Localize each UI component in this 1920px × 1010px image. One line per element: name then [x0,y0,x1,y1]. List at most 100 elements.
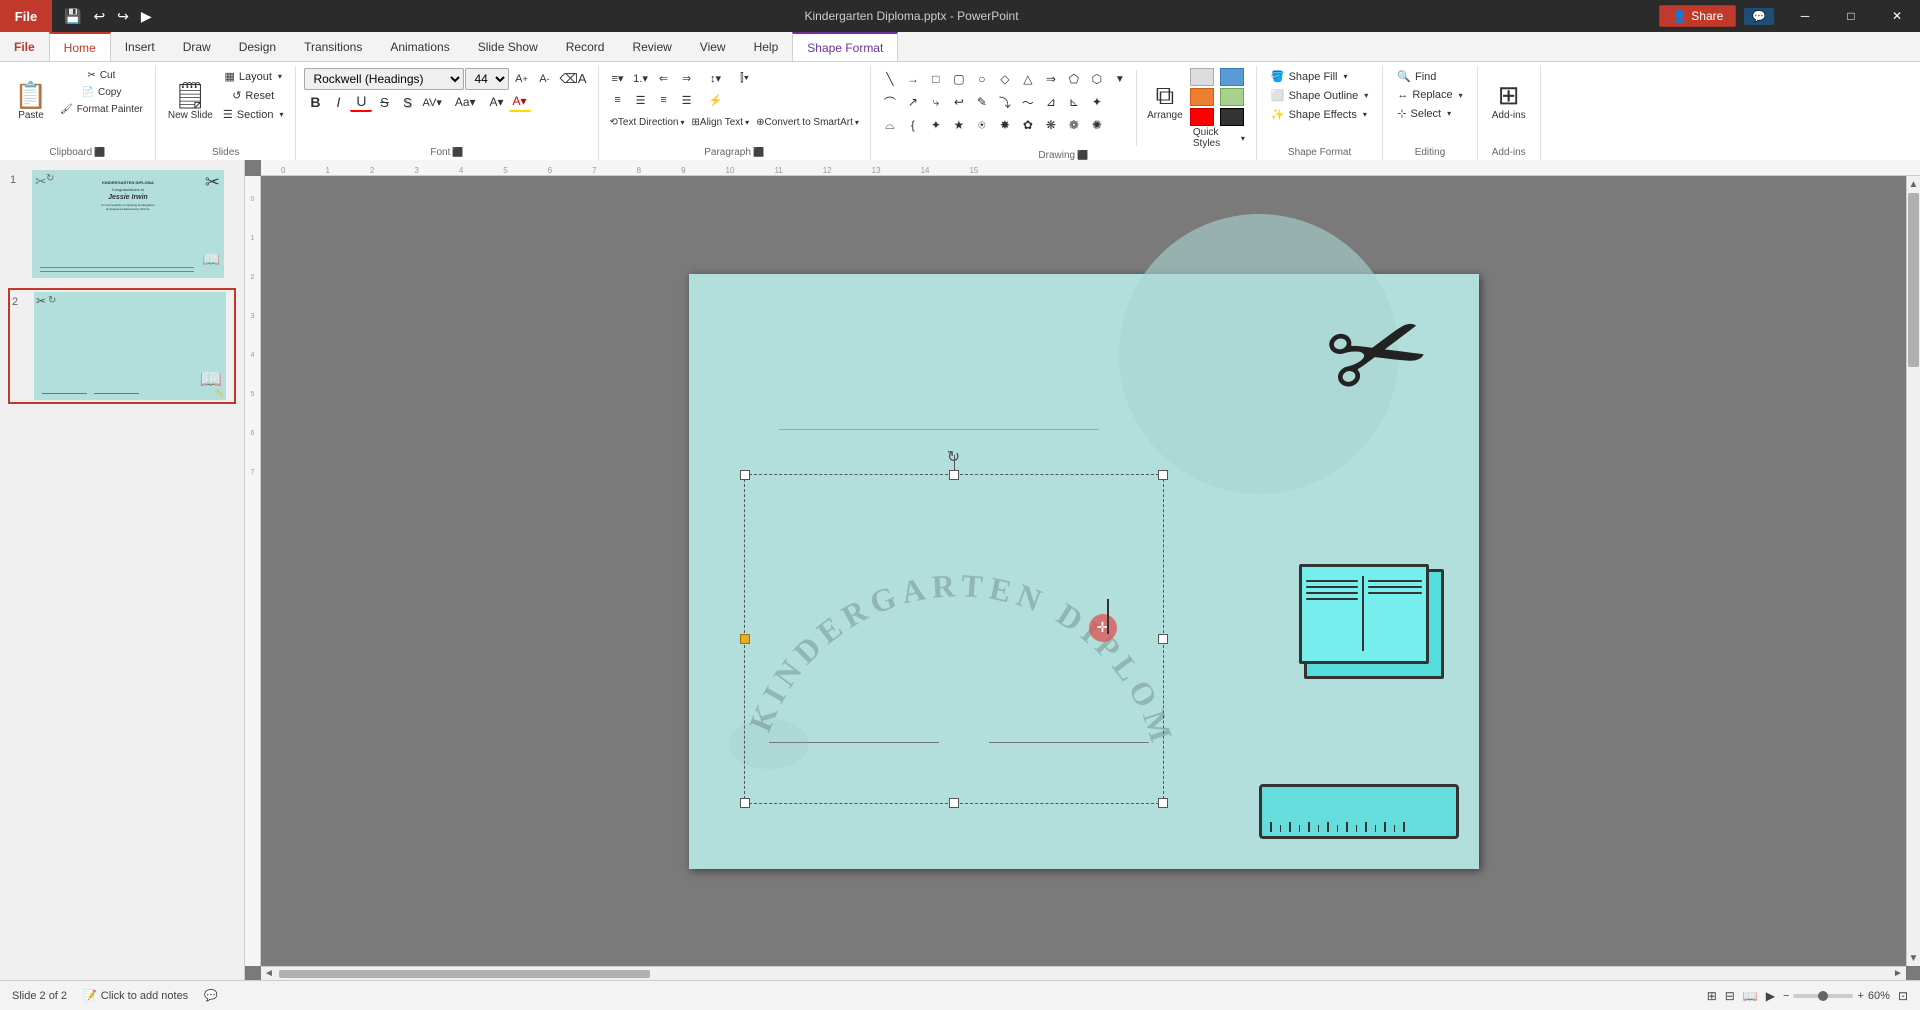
shape-conn-arrow[interactable]: ↗ [902,91,924,113]
handle-tl[interactable] [740,470,750,480]
present-btn[interactable]: ▶ [137,6,156,27]
text-direction-button[interactable]: ⟲ Text Direction ▾ [607,112,688,132]
minimize-btn[interactable]: ─ [1782,0,1828,32]
redo-btn[interactable]: ↪ [113,6,133,27]
tab-review[interactable]: Review [618,32,685,61]
shape-rect[interactable]: □ [925,68,947,90]
slide-1-thumb[interactable]: KINDERGARTEN DIPLOMA Congratulations to … [32,170,224,278]
numbering-button[interactable]: 1.▾ [630,68,652,88]
align-left-button[interactable]: ≡ [607,90,629,110]
scroll-thumb-h[interactable] [279,970,650,978]
tab-insert[interactable]: Insert [111,32,169,61]
format-painter-button[interactable]: 🖌 Format Painter [56,102,147,117]
clear-format-button[interactable]: ⌫A [556,69,589,89]
shape-outline-button[interactable]: ⬜ Shape Outline ▾ [1265,87,1374,104]
underline-button[interactable]: U [350,92,372,112]
shape-star5[interactable]: ★ [948,114,970,136]
shape-brace[interactable]: { [902,114,924,136]
font-expand-icon[interactable]: ⬛ [452,147,463,158]
tab-design[interactable]: Design [225,32,290,61]
share-button[interactable]: 👤 Share [1659,5,1736,27]
paste-button[interactable]: 📋 Paste [8,68,54,134]
shape-more[interactable]: ▼ [1109,68,1131,90]
italic-button[interactable]: I [327,92,349,112]
bullets-button[interactable]: ≡▾ [607,68,629,88]
decrease-font-button[interactable]: A- [533,69,555,89]
zoom-out-btn[interactable]: − [1783,990,1789,1002]
shape-arc[interactable]: ⌓ [879,114,901,136]
rotate-handle[interactable]: ↻ [947,447,960,467]
bold-button[interactable]: B [304,92,326,112]
shape-wave[interactable]: 〜 [1017,91,1039,113]
char-spacing-button[interactable]: AV▾ [419,92,444,112]
quick-style-1[interactable] [1190,68,1214,86]
slide-sorter-btn[interactable]: ⊟ [1725,989,1735,1003]
shape-custom2[interactable]: ⊾ [1063,91,1085,113]
maximize-btn[interactable]: □ [1828,0,1874,32]
scrollbar-vertical[interactable]: ▲ ▼ [1906,176,1920,966]
shape-conn3[interactable]: ↩ [948,91,970,113]
tab-view[interactable]: View [686,32,740,61]
quick-style-2[interactable] [1220,68,1244,86]
change-case-button[interactable]: Aa▾ [452,92,479,112]
cursor-indicator[interactable]: ✛ [1089,614,1117,642]
quick-styles-button[interactable]: Quick Styles ▾ [1190,128,1248,148]
quick-style-6[interactable] [1220,108,1244,126]
shape-custom9[interactable]: ✺ [1086,114,1108,136]
shape-line[interactable]: ╲ [879,68,901,90]
reading-view-btn[interactable]: 📖 [1743,989,1758,1003]
find-button[interactable]: 🔍 Find [1391,68,1442,85]
tab-record[interactable]: Record [552,32,619,61]
font-size-selector[interactable]: 44 [465,68,509,90]
scroll-left-btn[interactable]: ◄ [261,968,277,979]
increase-indent-button[interactable]: ⇒ [676,68,698,88]
smart-designer-button[interactable]: ⚡ [705,90,727,110]
handle-bc[interactable] [949,798,959,808]
convert-smartart-button[interactable]: ⊕ Convert to SmartArt ▾ [753,112,862,132]
shape-star4[interactable]: ✦ [925,114,947,136]
arrange-button[interactable]: ⧉ Arrange [1142,68,1188,134]
cut-button[interactable]: ✂ Cut [56,68,147,83]
shadow-button[interactable]: S [396,92,418,112]
tab-draw[interactable]: Draw [169,32,225,61]
close-btn[interactable]: ✕ [1874,0,1920,32]
shape-custom5[interactable]: ✸ [994,114,1016,136]
shape-triangle[interactable]: △ [1017,68,1039,90]
handle-br[interactable] [1158,798,1168,808]
shape-custom4[interactable]: ⍟ [971,114,993,136]
align-text-button[interactable]: ⊞ Align Text ▾ [689,112,753,132]
handle-tc[interactable] [949,470,959,480]
handle-bl[interactable] [740,798,750,808]
slide-2-thumb[interactable]: ✂ ↻ 📖 📏 [34,292,226,400]
handle-tr[interactable] [1158,470,1168,480]
shape-conn4[interactable]: ⤵ [994,91,1016,113]
layout-button[interactable]: ▦ Layout ▾ [219,68,288,85]
addins-button[interactable]: ⊞ Add-ins [1486,68,1532,134]
shape-custom8[interactable]: ❁ [1063,114,1085,136]
shape-fill-button[interactable]: 🪣 Shape Fill ▾ [1265,68,1354,85]
scroll-down-btn[interactable]: ▼ [1907,950,1920,966]
fit-slide-btn[interactable]: ⊡ [1898,989,1908,1003]
quick-style-5[interactable] [1190,108,1214,126]
align-center-button[interactable]: ☰ [630,90,652,110]
section-button[interactable]: ☰ Section ▾ [219,106,288,123]
clipboard-expand-icon[interactable]: ⬛ [94,147,105,158]
shape-rounded-rect[interactable]: ▢ [948,68,970,90]
new-slide-button[interactable]: 🗒 New Slide [164,68,217,134]
shape-custom6[interactable]: ✿ [1017,114,1039,136]
scroll-right-btn[interactable]: ► [1890,968,1906,979]
scrollbar-horizontal[interactable]: ◄ ► [261,966,1906,980]
font-color-button[interactable]: A▾ [509,92,531,112]
slideshow-btn[interactable]: ▶ [1766,989,1775,1003]
shape-custom1[interactable]: ⊿ [1040,91,1062,113]
zoom-in-btn[interactable]: + [1857,990,1863,1002]
font-family-selector[interactable]: Rockwell (Headings) [304,68,464,90]
tab-animations[interactable]: Animations [376,32,463,61]
shape-effects-button[interactable]: ✨ Shape Effects ▾ [1265,106,1373,123]
shape-conn2[interactable]: ⤷ [925,91,947,113]
align-right-button[interactable]: ≡ [653,90,675,110]
shape-curve[interactable]: ⌒ [879,91,901,113]
font-color-highlight-button[interactable]: A▾ [486,92,508,112]
decrease-indent-button[interactable]: ⇐ [653,68,675,88]
slide-canvas[interactable]: ✂ [689,274,1479,869]
